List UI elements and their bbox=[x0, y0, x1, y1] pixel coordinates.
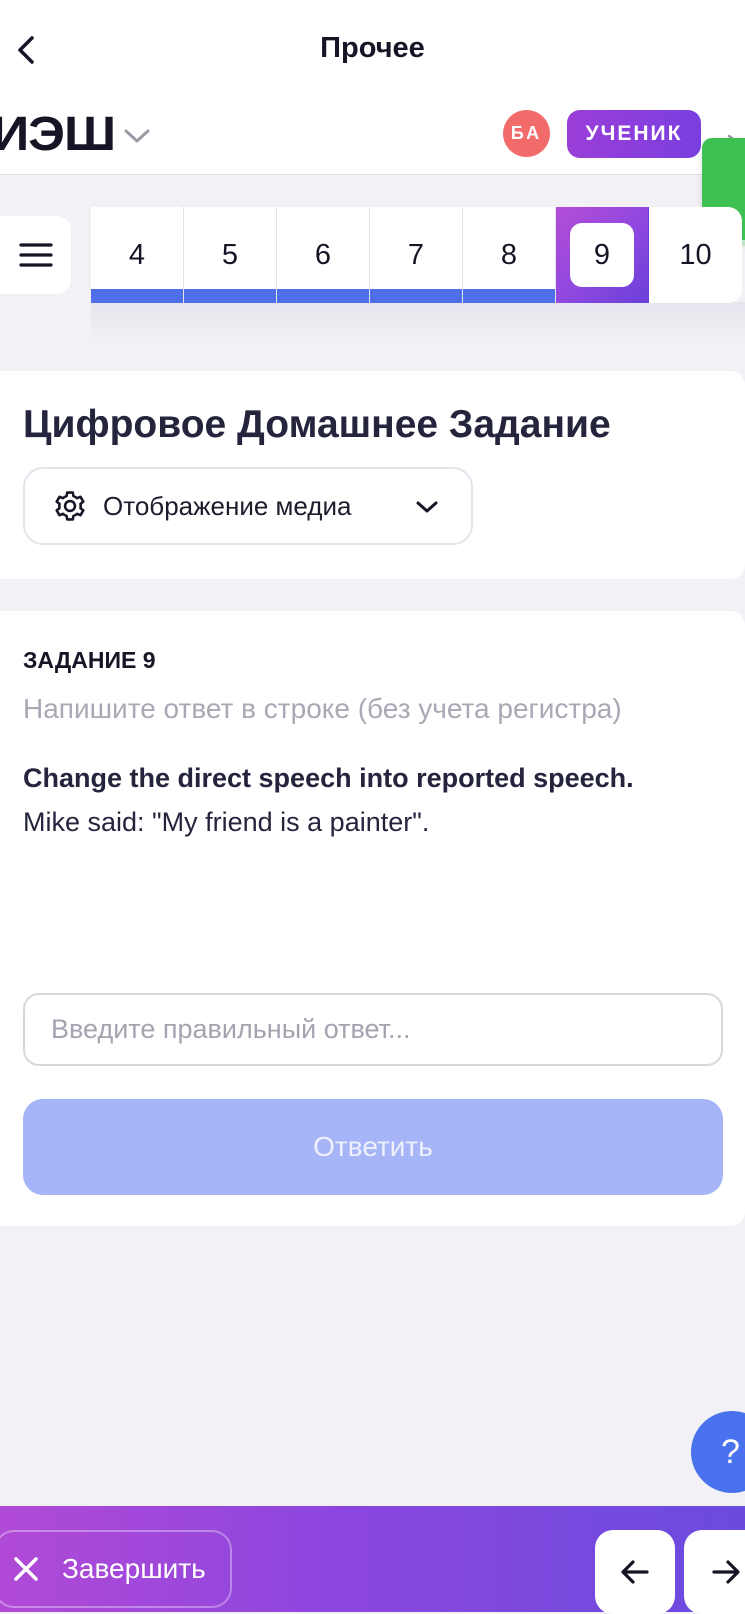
brand-row: ИЭШ БА УЧЕНИК bbox=[0, 104, 745, 175]
question-tab-9[interactable]: 9 bbox=[556, 207, 649, 303]
question-tab-10[interactable]: 10 bbox=[649, 207, 742, 303]
question-nav: 4 5 6 7 8 9 10 bbox=[91, 207, 745, 303]
avatar[interactable]: БА bbox=[503, 110, 550, 157]
logo[interactable]: ИЭШ bbox=[0, 107, 116, 162]
bottom-bar: Завершить bbox=[0, 1506, 745, 1614]
media-dropdown-label: Отображение медиа bbox=[103, 490, 352, 521]
task-title: ЗАДАНИЕ 9 bbox=[23, 647, 156, 673]
task-hint: Напишите ответ в строке (без учета регис… bbox=[23, 693, 622, 724]
question-nav-shadow bbox=[91, 302, 745, 346]
question-tab-4[interactable]: 4 bbox=[91, 207, 184, 303]
finish-label: Завершить bbox=[62, 1553, 206, 1584]
active-question-number: 9 bbox=[570, 223, 634, 287]
gear-icon bbox=[55, 491, 85, 521]
task-text: Mike said: "My friend is a painter". bbox=[23, 807, 430, 837]
chevron-down-icon[interactable] bbox=[122, 126, 152, 146]
chevron-down-icon bbox=[416, 501, 438, 513]
question-tab-5[interactable]: 5 bbox=[184, 207, 277, 303]
arrow-right-icon bbox=[712, 1560, 740, 1584]
next-question-button[interactable] bbox=[684, 1530, 745, 1614]
page-title: Прочее bbox=[320, 32, 425, 64]
answer-input[interactable] bbox=[23, 993, 723, 1066]
arrow-left-icon bbox=[621, 1560, 649, 1584]
help-icon: ? bbox=[721, 1432, 740, 1471]
menu-button[interactable] bbox=[0, 216, 71, 294]
submit-answer-button[interactable]: Ответить bbox=[23, 1099, 723, 1195]
task-question: Change the direct speech into reported s… bbox=[23, 763, 634, 793]
role-badge[interactable]: УЧЕНИК bbox=[567, 110, 701, 158]
top-bar: Прочее bbox=[0, 0, 745, 104]
finish-button[interactable]: Завершить bbox=[0, 1530, 232, 1608]
question-tab-7[interactable]: 7 bbox=[370, 207, 463, 303]
task-card: ЗАДАНИЕ 9 Напишите ответ в строке (без у… bbox=[0, 611, 745, 1226]
hamburger-icon bbox=[18, 243, 53, 267]
homework-title: Цифровое Домашнее Задание bbox=[23, 403, 611, 446]
media-display-dropdown[interactable]: Отображение медиа bbox=[23, 467, 473, 545]
homework-card: Цифровое Домашнее Задание Отображение ме… bbox=[0, 371, 745, 579]
question-tab-6[interactable]: 6 bbox=[277, 207, 370, 303]
help-button[interactable]: ? bbox=[691, 1411, 745, 1493]
question-tab-8[interactable]: 8 bbox=[463, 207, 556, 303]
previous-question-button[interactable] bbox=[595, 1530, 675, 1614]
close-icon bbox=[14, 1557, 38, 1581]
